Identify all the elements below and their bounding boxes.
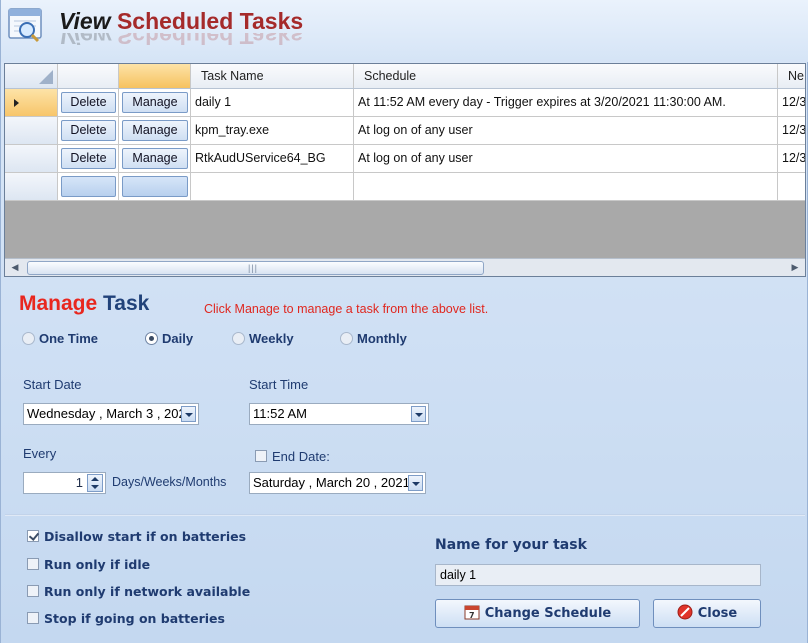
checkbox-icon[interactable] <box>27 585 39 597</box>
scroll-right-icon[interactable]: ▶ <box>787 260 803 275</box>
checkbox-checked-icon[interactable] <box>27 530 39 542</box>
horizontal-scrollbar[interactable]: ◀ ||| ▶ <box>5 258 805 276</box>
table-row[interactable]: Delete Manage RtkAudUService64_BG At log… <box>5 145 805 173</box>
next-run-cell[interactable]: 12/3 <box>778 145 805 172</box>
radio-daily[interactable]: Daily <box>145 331 193 347</box>
start-date-picker[interactable]: Wednesday , March 3 , 2021 <box>23 403 199 425</box>
page-title: View Scheduled Tasks <box>59 8 304 34</box>
new-row-delete-button[interactable] <box>61 176 116 197</box>
radio-icon <box>340 332 353 345</box>
column-header-schedule[interactable]: Schedule <box>354 64 778 88</box>
row-selector[interactable] <box>5 117 58 144</box>
start-date-label: Start Date <box>23 377 82 392</box>
column-header-task-name[interactable]: Task Name <box>191 64 354 88</box>
grid-corner[interactable] <box>5 64 58 88</box>
row-selector[interactable] <box>5 145 58 172</box>
task-name-cell[interactable]: RtkAudUService64_BG <box>191 145 354 172</box>
next-run-cell[interactable]: 12/3 <box>778 89 805 116</box>
manage-button[interactable]: Manage <box>122 148 188 169</box>
scrollbar-thumb[interactable]: ||| <box>27 261 484 275</box>
manage-button[interactable]: Manage <box>122 92 188 113</box>
task-name-input[interactable]: daily 1 <box>435 564 761 586</box>
delete-button[interactable]: Delete <box>61 148 116 169</box>
close-button[interactable]: Close <box>653 599 761 628</box>
task-name-cell[interactable] <box>191 173 354 200</box>
column-header-manage[interactable] <box>119 64 191 88</box>
checkbox-icon[interactable] <box>255 450 267 462</box>
scheduled-tasks-icon <box>8 8 42 43</box>
header: View Scheduled Tasks View Scheduled Task… <box>1 0 808 62</box>
radio-monthly[interactable]: Monthly <box>340 331 407 347</box>
schedule-cell[interactable] <box>354 173 778 200</box>
manage-hint: Click Manage to manage a task from the a… <box>204 302 489 316</box>
schedule-cell[interactable]: At 11:52 AM every day - Trigger expires … <box>354 89 778 116</box>
end-date-checkbox[interactable]: End Date: <box>255 449 330 464</box>
delete-button[interactable]: Delete <box>61 92 116 113</box>
end-date-picker[interactable]: Saturday , March 20 , 2021 <box>249 472 426 494</box>
checkbox-icon[interactable] <box>27 612 39 624</box>
task-name-cell[interactable]: kpm_tray.exe <box>191 117 354 144</box>
option-run-only-if-idle[interactable]: Run only if idle <box>27 557 150 572</box>
current-row-arrow-icon <box>14 99 19 107</box>
table-row[interactable]: Delete Manage daily 1 At 11:52 AM every … <box>5 89 805 117</box>
window: View Scheduled Tasks View Scheduled Task… <box>0 0 808 643</box>
radio-selected-icon <box>145 332 158 345</box>
row-selector[interactable] <box>5 173 58 200</box>
svg-text:7: 7 <box>469 611 475 620</box>
next-run-cell[interactable]: 12/3 <box>778 117 805 144</box>
delete-button[interactable]: Delete <box>61 120 116 141</box>
scroll-grip-icon: ||| <box>248 263 259 273</box>
radio-icon <box>22 332 35 345</box>
every-unit-label: Days/Weeks/Months <box>112 475 227 489</box>
close-icon <box>677 604 693 619</box>
new-row[interactable] <box>5 173 805 201</box>
start-time-picker[interactable]: 11:52 AM <box>249 403 429 425</box>
scroll-left-icon[interactable]: ◀ <box>7 260 23 275</box>
option-run-only-if-network[interactable]: Run only if network available <box>27 584 250 599</box>
new-row-manage-button[interactable] <box>122 176 188 197</box>
table-row[interactable]: Delete Manage kpm_tray.exe At log on of … <box>5 117 805 145</box>
radio-icon <box>232 332 245 345</box>
grid-header-row: Task Name Schedule Ne <box>5 64 805 89</box>
chevron-down-icon[interactable] <box>408 475 423 491</box>
schedule-cell[interactable]: At log on of any user <box>354 117 778 144</box>
option-stop-if-on-batteries[interactable]: Stop if going on batteries <box>27 611 225 626</box>
manage-button[interactable]: Manage <box>122 120 188 141</box>
checkbox-icon[interactable] <box>27 558 39 570</box>
schedule-cell[interactable]: At log on of any user <box>354 145 778 172</box>
spinner-up-down-icon[interactable] <box>87 474 103 492</box>
change-schedule-button[interactable]: 7 Change Schedule <box>435 599 640 628</box>
manage-task-heading: Manage Task <box>19 292 150 315</box>
row-selector[interactable] <box>5 89 58 116</box>
radio-one-time[interactable]: One Time <box>22 331 98 347</box>
page-title-reflection: View Scheduled Tasks <box>59 33 304 47</box>
radio-weekly[interactable]: Weekly <box>232 331 294 347</box>
tasks-grid[interactable]: Task Name Schedule Ne Delete Manage dail… <box>4 63 806 277</box>
task-name-label: Name for your task <box>435 537 587 553</box>
column-header-next[interactable]: Ne <box>778 64 805 88</box>
chevron-down-icon[interactable] <box>181 406 196 422</box>
chevron-down-icon[interactable] <box>411 406 426 422</box>
next-run-cell[interactable] <box>778 173 805 200</box>
every-label: Every <box>23 446 57 461</box>
start-time-label: Start Time <box>249 377 309 392</box>
option-disallow-start-on-batteries[interactable]: Disallow start if on batteries <box>27 529 246 544</box>
task-name-cell[interactable]: daily 1 <box>191 89 354 116</box>
calendar-icon: 7 <box>464 605 480 620</box>
divider <box>5 514 805 516</box>
column-header-delete[interactable] <box>58 64 119 88</box>
